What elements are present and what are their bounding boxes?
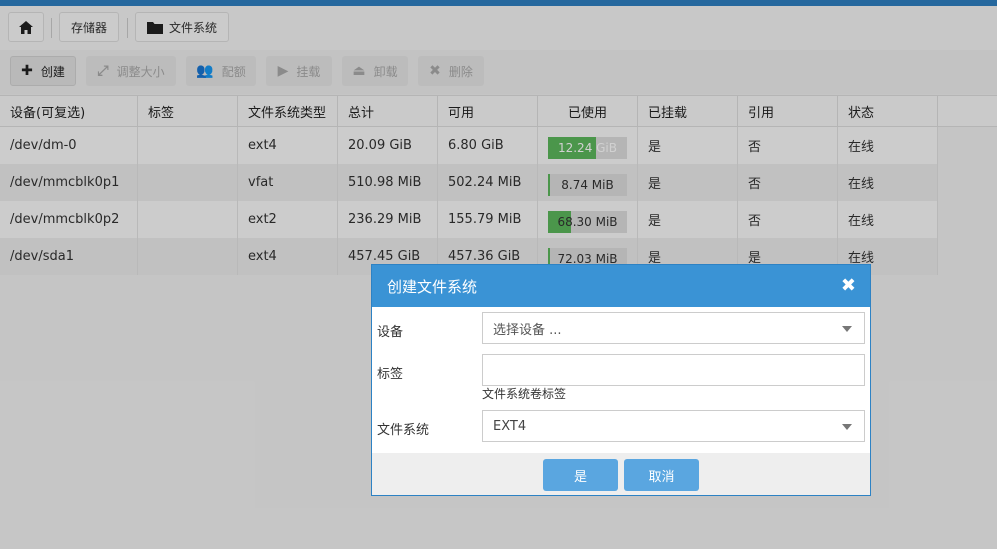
filesystem-select[interactable]: EXT4 bbox=[482, 410, 865, 442]
dialog-header: 创建文件系统 ✖ bbox=[372, 265, 870, 307]
label-hint: 文件系统卷标签 bbox=[482, 387, 567, 401]
filesystem-field-label: 文件系统 bbox=[377, 423, 430, 438]
close-icon[interactable]: ✖ bbox=[841, 275, 856, 296]
yes-button[interactable]: 是 bbox=[543, 459, 618, 491]
create-filesystem-dialog: 创建文件系统 ✖ 设备 选择设备 ... 标签 文件系统卷标签 文件系统 EXT… bbox=[371, 264, 871, 496]
label-field-label: 标签 bbox=[377, 367, 404, 382]
filesystem-select-value: EXT4 bbox=[493, 418, 527, 434]
dialog-footer: 是 取消 bbox=[372, 453, 870, 495]
dialog-title: 创建文件系统 bbox=[387, 278, 478, 296]
device-field-label: 设备 bbox=[377, 325, 404, 340]
device-select-value: 选择设备 ... bbox=[493, 322, 562, 338]
cancel-button[interactable]: 取消 bbox=[624, 459, 699, 491]
chevron-down-icon bbox=[842, 326, 852, 332]
chevron-down-icon bbox=[842, 424, 852, 430]
device-select[interactable]: 选择设备 ... bbox=[482, 312, 865, 344]
label-input[interactable] bbox=[482, 354, 865, 386]
